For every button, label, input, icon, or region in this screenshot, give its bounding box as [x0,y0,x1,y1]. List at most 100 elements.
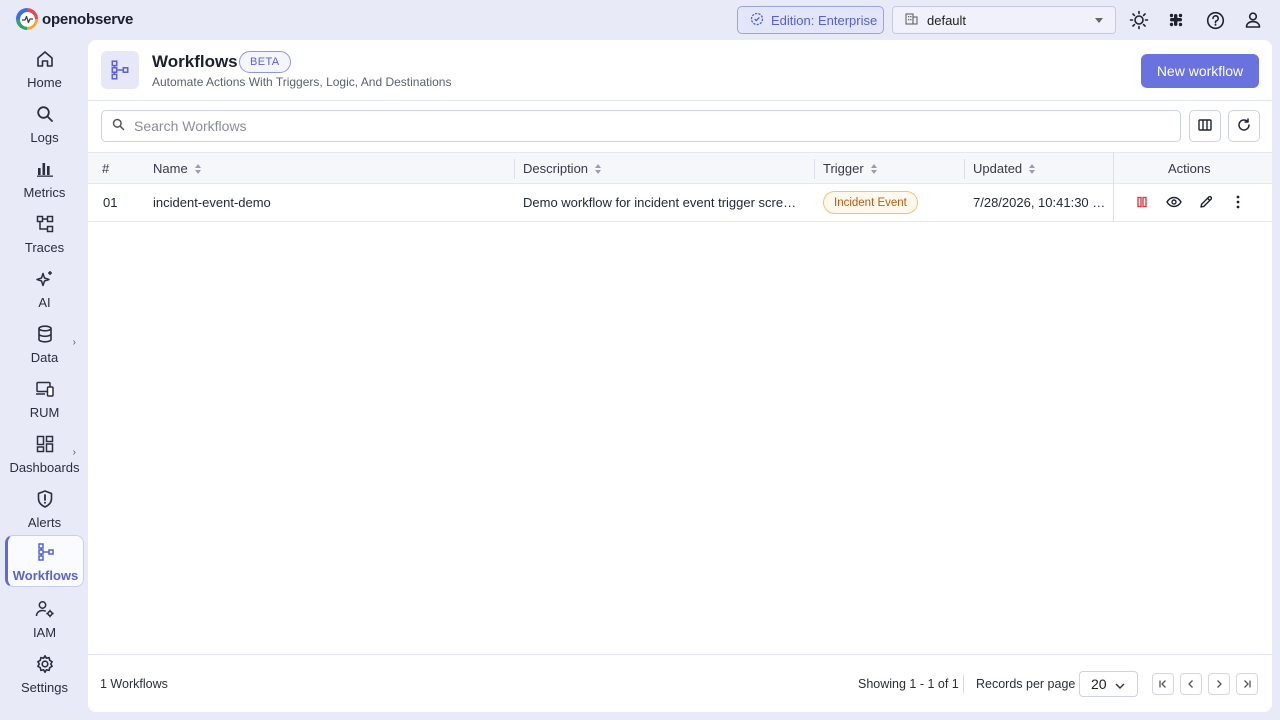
sidebar-item-label: Settings [21,680,68,695]
sidebar-item-label: Home [27,75,62,90]
chevron-down-icon [1095,18,1103,23]
first-page-icon [1158,677,1168,692]
sidebar-item-label: Dashboards [9,460,80,475]
pause-icon [1136,196,1148,211]
eye-icon [1166,196,1182,211]
new-workflow-button[interactable]: New workflow [1141,54,1259,88]
sidebar-item-metrics[interactable]: Metrics [5,153,84,203]
page-header: Workflows BETA Automate Actions With Tri… [88,40,1272,101]
sidebar-item-ai[interactable]: AI [5,263,84,313]
organization-value: default [927,12,967,28]
column-header-actions: Actions [1168,161,1211,176]
workflow-description: Demo workflow for incident event trigger… [523,195,797,210]
chevron-right-icon [1214,677,1224,692]
sidebar-item-label: RUM [29,405,60,420]
main-panel: Workflows BETA Automate Actions With Tri… [88,40,1272,712]
sidebar-item-label: IAM [32,625,57,640]
gear-icon [35,654,55,677]
refresh-icon [1237,117,1251,135]
sidebar-item-label: Alerts [27,515,62,530]
trigger-cell: Incident Event [823,184,918,221]
column-header-description[interactable]: Description [523,153,602,184]
sidebar-item-alerts[interactable]: Alerts [5,483,84,533]
view-button[interactable] [1164,193,1184,213]
sidebar-item-home[interactable]: Home [5,43,84,93]
sort-icon [595,163,602,174]
sidebar-item-label: Traces [24,240,65,255]
column-divider[interactable] [514,159,515,179]
column-toggle-button[interactable] [1189,110,1221,142]
workflow-icon [101,51,139,89]
records-per-page-label: Records per page [976,677,1076,691]
next-page-button[interactable] [1208,673,1230,695]
database-icon [35,324,55,347]
table-row[interactable]: 01 incident-event-demo Demo workflow for… [88,184,1272,222]
home-icon [35,49,55,72]
page-title: Workflows [152,52,238,71]
help-icon[interactable] [1204,9,1226,31]
search-icon [112,118,125,134]
pagination-summary: Showing 1 - 1 of 1 [858,677,959,691]
last-page-button[interactable] [1236,673,1258,695]
alert-shield-icon [35,489,55,512]
sidebar-item-iam[interactable]: IAM [5,593,84,643]
sidebar-item-traces[interactable]: Traces [5,208,84,258]
row-index: 01 [103,195,118,210]
beta-badge: BETA [239,51,291,73]
logo-mark-icon [16,8,38,30]
sidebar-item-rum[interactable]: RUM [5,373,84,423]
more-options-button[interactable] [1228,193,1248,213]
chevron-right-icon: › [72,447,76,458]
chevron-down-icon [1115,676,1125,692]
user-gear-icon [35,599,55,622]
workflow-count: 1 Workflows [100,677,168,691]
top-bar: openobserve Edition: Enterprise default [0,0,1280,40]
updated-time: 7/28/2026, 10:41:30 … [973,195,1106,210]
sidebar-item-label: Logs [30,130,59,145]
table-footer: 1 Workflows Showing 1 - 1 of 1 Records p… [88,654,1272,712]
user-profile-icon[interactable] [1242,9,1264,31]
sidebar-item-settings[interactable]: Settings [5,648,84,698]
sidebar-item-label: Workflows [12,568,79,583]
first-page-button[interactable] [1152,673,1174,695]
previous-page-button[interactable] [1180,673,1202,695]
badge-check-icon [750,12,764,29]
sparkle-icon [35,269,55,292]
bar-chart-icon [35,159,55,182]
sidebar-nav: Home Logs Metrics Traces AI Data › RUM D… [0,40,88,720]
sidebar-item-data[interactable]: Data › [5,318,84,368]
column-header-name[interactable]: Name [153,153,201,184]
sort-icon [1029,163,1036,174]
slack-icon[interactable] [1165,9,1187,31]
footer-divider [963,675,964,693]
organization-select[interactable]: default [892,6,1116,34]
workflow-name[interactable]: incident-event-demo [153,184,271,221]
column-header-trigger[interactable]: Trigger [823,153,877,184]
edition-badge[interactable]: Edition: Enterprise [737,6,884,34]
sidebar-item-logs[interactable]: Logs [5,98,84,148]
app-logo[interactable]: openobserve [16,8,133,30]
chevron-left-icon [1186,677,1196,692]
search-input[interactable] [134,118,1134,134]
kebab-menu-icon [1236,195,1240,212]
page-subtitle: Automate Actions With Triggers, Logic, A… [152,75,452,89]
records-per-page-select[interactable]: 20 [1079,671,1138,697]
pause-button[interactable] [1132,193,1152,213]
sidebar-item-workflows[interactable]: Workflows [5,535,84,587]
column-header-updated[interactable]: Updated [973,153,1036,184]
last-page-icon [1242,677,1252,692]
pencil-icon [1199,195,1213,212]
theme-toggle-sun-icon[interactable] [1128,9,1150,31]
refresh-button[interactable] [1228,110,1260,142]
trigger-badge: Incident Event [823,191,918,214]
sort-icon [870,163,877,174]
sort-icon [194,163,201,174]
sidebar-item-dashboards[interactable]: Dashboards › [5,428,84,478]
column-divider[interactable] [964,159,965,179]
chevron-right-icon: › [72,337,76,348]
column-divider[interactable] [814,159,815,179]
building-icon [905,12,918,28]
sidebar-item-label: Metrics [23,185,66,200]
edit-button[interactable] [1196,193,1216,213]
table-header: # Name Description Trigger Updated Actio… [88,152,1272,184]
